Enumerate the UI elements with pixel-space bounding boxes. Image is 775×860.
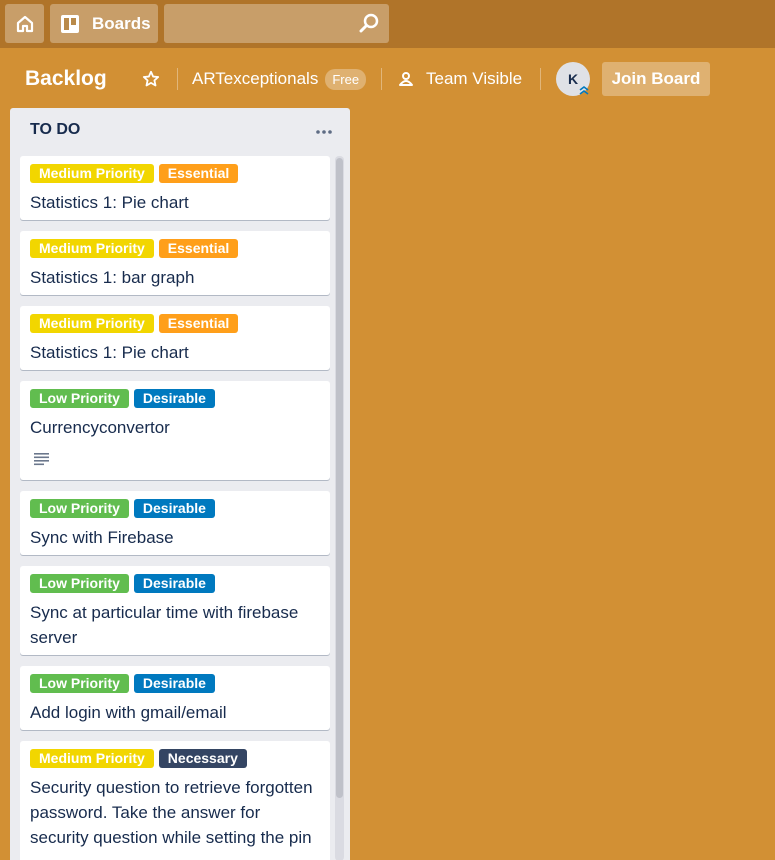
card-labels: Medium Priority Essential — [30, 164, 239, 183]
card[interactable]: Low Priority Desirable Sync with Firebas… — [20, 491, 330, 555]
admin-chevron-icon — [579, 86, 589, 95]
team-button[interactable]: ARTexceptionals Free — [186, 62, 372, 96]
boards-label: Boards — [92, 13, 151, 33]
todo-list: TO DO Medium Priority Essential Statisti… — [10, 108, 350, 860]
boards-icon — [61, 14, 79, 33]
card[interactable]: Medium Priority Essential Statistics 1: … — [20, 306, 330, 370]
join-board-button[interactable]: Join Board — [602, 62, 710, 96]
star-button[interactable] — [141, 69, 161, 89]
team-name: ARTexceptionals — [192, 69, 319, 88]
star-outline-icon — [142, 70, 160, 87]
category-label[interactable]: Essential — [158, 164, 239, 183]
card-title: Statistics 1: Pie chart — [30, 193, 189, 212]
header-divider — [381, 68, 382, 90]
priority-label[interactable]: Medium Priority — [30, 164, 154, 183]
category-label[interactable]: Necessary — [158, 749, 247, 768]
card-title: Add login with gmail/email — [30, 703, 227, 722]
priority-label[interactable]: Low Priority — [30, 499, 129, 518]
card[interactable]: Medium Priority Essential Statistics 1: … — [20, 156, 330, 220]
priority-label[interactable]: Medium Priority — [30, 314, 154, 333]
category-label[interactable]: Desirable — [133, 674, 215, 693]
card-labels: Medium Priority Essential — [30, 239, 239, 258]
list-menu-button[interactable] — [312, 124, 336, 140]
board-title[interactable]: Backlog — [14, 62, 118, 96]
description-icon — [34, 453, 49, 466]
category-label[interactable]: Desirable — [133, 574, 215, 593]
header-divider — [540, 68, 541, 90]
category-label[interactable]: Desirable — [133, 389, 215, 408]
home-button[interactable] — [5, 4, 44, 43]
card-title: Currencyconvertor — [30, 418, 170, 437]
list-scrollbar-thumb[interactable] — [336, 158, 343, 798]
category-label[interactable]: Essential — [158, 314, 239, 333]
card-labels: Medium Priority Necessary — [30, 749, 247, 768]
visibility-button[interactable]: Team Visible — [392, 62, 528, 96]
search-input[interactable] — [164, 4, 389, 43]
avatar-initial: K — [567, 71, 579, 87]
card-title: Security question to retrieve forgotten … — [30, 778, 313, 847]
ellipsis-icon — [316, 130, 332, 134]
card[interactable]: Low Priority Desirable Currencyconvertor — [20, 381, 330, 480]
priority-label[interactable]: Low Priority — [30, 389, 129, 408]
card[interactable]: Medium Priority Necessary Security quest… — [20, 741, 330, 860]
card[interactable]: Low Priority Desirable Sync at particula… — [20, 566, 330, 655]
card-title: Sync with Firebase — [30, 528, 174, 547]
card-labels: Medium Priority Essential — [30, 314, 239, 333]
card[interactable]: Low Priority Desirable Add login with gm… — [20, 666, 330, 730]
header-divider — [177, 68, 178, 90]
visibility-label: Team Visible — [426, 69, 523, 88]
plan-badge: Free — [325, 68, 367, 90]
card-labels: Low Priority Desirable — [30, 499, 215, 518]
card-labels: Low Priority Desirable — [30, 389, 215, 408]
priority-label[interactable]: Low Priority — [30, 674, 129, 693]
card-labels: Low Priority Desirable — [30, 574, 215, 593]
team-icon — [398, 71, 414, 87]
priority-label[interactable]: Medium Priority — [30, 239, 154, 258]
card-labels: Low Priority Desirable — [30, 674, 215, 693]
card[interactable]: Medium Priority Essential Statistics 1: … — [20, 231, 330, 295]
top-navigation-bar: Boards — [0, 0, 775, 48]
card-title: Sync at particular time with firebase se… — [30, 603, 299, 647]
home-icon — [16, 15, 33, 32]
member-avatar[interactable]: K — [556, 62, 590, 96]
magnifier-icon — [359, 13, 379, 33]
list-title[interactable]: TO DO — [30, 121, 80, 139]
category-label[interactable]: Essential — [158, 239, 239, 258]
boards-button[interactable]: Boards — [50, 4, 158, 43]
priority-label[interactable]: Medium Priority — [30, 749, 154, 768]
card-title: Statistics 1: Pie chart — [30, 343, 189, 362]
card-title: Statistics 1: bar graph — [30, 268, 195, 287]
priority-label[interactable]: Low Priority — [30, 574, 129, 593]
category-label[interactable]: Desirable — [133, 499, 215, 518]
